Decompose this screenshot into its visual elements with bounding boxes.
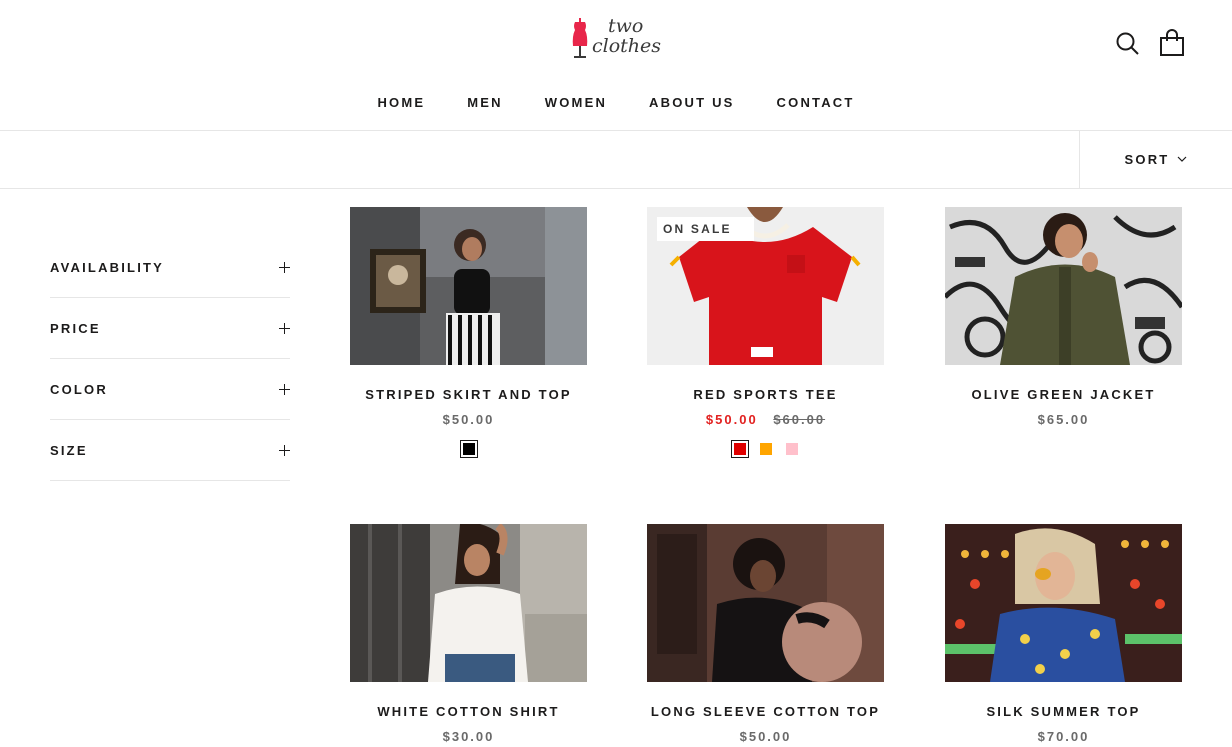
- color-swatches: [350, 440, 587, 458]
- price-row: $30.00: [350, 729, 587, 744]
- product-price: $30.00: [442, 729, 495, 744]
- nav-contact[interactable]: CONTACT: [777, 92, 855, 114]
- product-price: $50.00: [442, 412, 495, 427]
- product-image[interactable]: [647, 524, 884, 682]
- product-image[interactable]: [350, 524, 587, 682]
- product-image[interactable]: [945, 524, 1182, 682]
- price-row: $50.00 $60.00: [647, 412, 884, 427]
- price-row: $50.00: [647, 729, 884, 744]
- price-row: $70.00: [945, 729, 1182, 744]
- shopping-bag-icon: [1160, 29, 1184, 56]
- plus-icon: [279, 444, 290, 456]
- product-image[interactable]: [350, 207, 587, 365]
- swatch-pink[interactable]: [783, 441, 800, 457]
- filter-size[interactable]: SIZE: [50, 420, 290, 481]
- price-row: $50.00: [350, 412, 587, 427]
- product-price: $50.00: [739, 729, 792, 744]
- product-title[interactable]: STRIPED SKIRT AND TOP: [350, 387, 587, 402]
- brand-line-2: clothes: [592, 35, 662, 57]
- product-image[interactable]: ON SALE: [647, 207, 884, 365]
- product-title[interactable]: WHITE COTTON SHIRT: [350, 704, 587, 719]
- nav-men[interactable]: MEN: [467, 92, 503, 114]
- product-photo: [350, 524, 587, 682]
- product-card: ON SALE RED SPORTS TEE $50.00 $60.00: [647, 207, 884, 458]
- product-title[interactable]: RED SPORTS TEE: [647, 387, 884, 402]
- product-card: LONG SLEEVE COTTON TOP $50.00: [647, 524, 884, 744]
- plus-icon: [279, 322, 290, 334]
- chevron-down-icon: [1178, 156, 1187, 162]
- brand-logo[interactable]: two clothes: [568, 16, 668, 64]
- plus-icon: [279, 261, 290, 273]
- compare-price: $60.00: [773, 412, 826, 427]
- search-icon: [1116, 32, 1139, 55]
- color-swatches: [647, 440, 884, 458]
- cart-button[interactable]: [1159, 29, 1185, 57]
- filter-price[interactable]: PRICE: [50, 298, 290, 359]
- product-title[interactable]: LONG SLEEVE COTTON TOP: [647, 704, 884, 719]
- filter-label: AVAILABILITY: [50, 259, 165, 275]
- product-card: SILK SUMMER TOP $70.00: [945, 524, 1182, 744]
- plus-icon: [279, 383, 290, 395]
- site-header: two clothes HOME MEN WOMEN ABOUT US CONT…: [0, 0, 1232, 131]
- swatch-red[interactable]: [730, 440, 749, 458]
- product-price: $65.00: [1037, 412, 1090, 427]
- filter-label: PRICE: [50, 320, 101, 336]
- collection-toolbar: SORT: [0, 131, 1232, 189]
- swatch-black[interactable]: [459, 440, 478, 458]
- filter-label: SIZE: [50, 442, 88, 458]
- product-image[interactable]: [945, 207, 1182, 365]
- product-card: WHITE COTTON SHIRT $30.00: [350, 524, 587, 744]
- search-button[interactable]: [1115, 31, 1141, 57]
- sort-label: SORT: [1124, 152, 1170, 167]
- swatch-orange[interactable]: [757, 441, 774, 457]
- filter-label: COLOR: [50, 381, 108, 397]
- nav-home[interactable]: HOME: [377, 92, 425, 114]
- filter-color[interactable]: COLOR: [50, 359, 290, 420]
- product-photo: [945, 207, 1182, 365]
- nav-women[interactable]: WOMEN: [545, 92, 607, 114]
- product-card: OLIVE GREEN JACKET $65.00: [945, 207, 1182, 427]
- brand-wordmark: two clothes: [592, 16, 668, 56]
- filter-sidebar: AVAILABILITY PRICE COLOR SIZE: [50, 237, 290, 481]
- price-row: $65.00: [945, 412, 1182, 427]
- sort-button[interactable]: SORT: [1079, 131, 1232, 188]
- brand-line-1: two: [608, 15, 644, 37]
- product-photo: [350, 207, 587, 365]
- sale-badge: ON SALE: [657, 217, 754, 241]
- main-nav: HOME MEN WOMEN ABOUT US CONTACT: [0, 92, 1232, 114]
- filter-availability[interactable]: AVAILABILITY: [50, 237, 290, 298]
- product-photo: [647, 524, 884, 682]
- product-title[interactable]: OLIVE GREEN JACKET: [945, 387, 1182, 402]
- product-photo: [945, 524, 1182, 682]
- dress-form-icon: [572, 18, 588, 58]
- product-card: STRIPED SKIRT AND TOP $50.00: [350, 207, 587, 458]
- nav-about-us[interactable]: ABOUT US: [649, 92, 735, 114]
- product-title[interactable]: SILK SUMMER TOP: [945, 704, 1182, 719]
- product-price: $70.00: [1037, 729, 1090, 744]
- sale-price: $50.00: [705, 412, 758, 427]
